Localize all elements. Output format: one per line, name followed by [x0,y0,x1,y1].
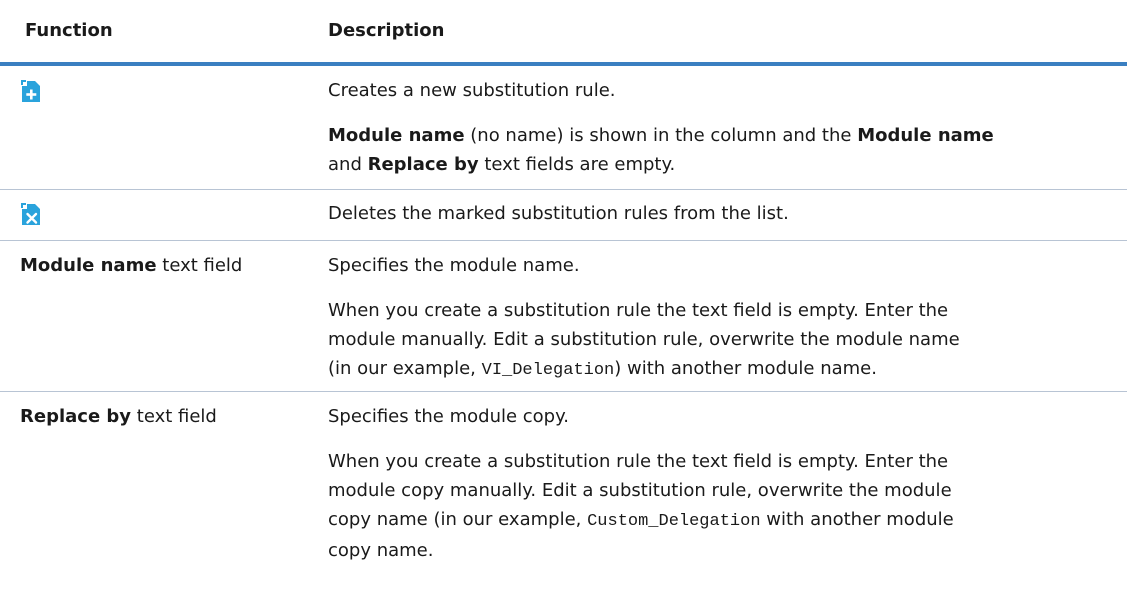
header-description: Description [328,20,445,41]
table-row: Deletes the marked substitution rules fr… [0,190,1127,241]
function-cell: Module name text field [20,255,243,276]
description-text: Creates a new substitution rule. [328,80,616,101]
table-header: Function Description [0,0,1127,66]
delete-document-x-icon[interactable] [18,201,44,227]
description-text: Specifies the module name. [328,255,580,276]
table-row: Module name text field Specifies the mod… [0,241,1127,392]
description-text: Module name (no name) is shown in the co… [328,125,994,175]
description-text: When you create a substitution rule the … [328,300,960,380]
header-function: Function [25,20,113,41]
function-cell: Replace by text field [20,406,217,427]
table-row: Replace by text field Specifies the modu… [0,392,1127,592]
description-text: Deletes the marked substitution rules fr… [328,203,789,224]
description-text: Specifies the module copy. [328,406,569,427]
description-text: When you create a substitution rule the … [328,451,954,561]
new-document-plus-icon[interactable] [18,78,44,104]
functions-table: Function Description Creates a new subst… [0,0,1127,592]
table-row: Creates a new substitution rule. Module … [0,66,1127,190]
